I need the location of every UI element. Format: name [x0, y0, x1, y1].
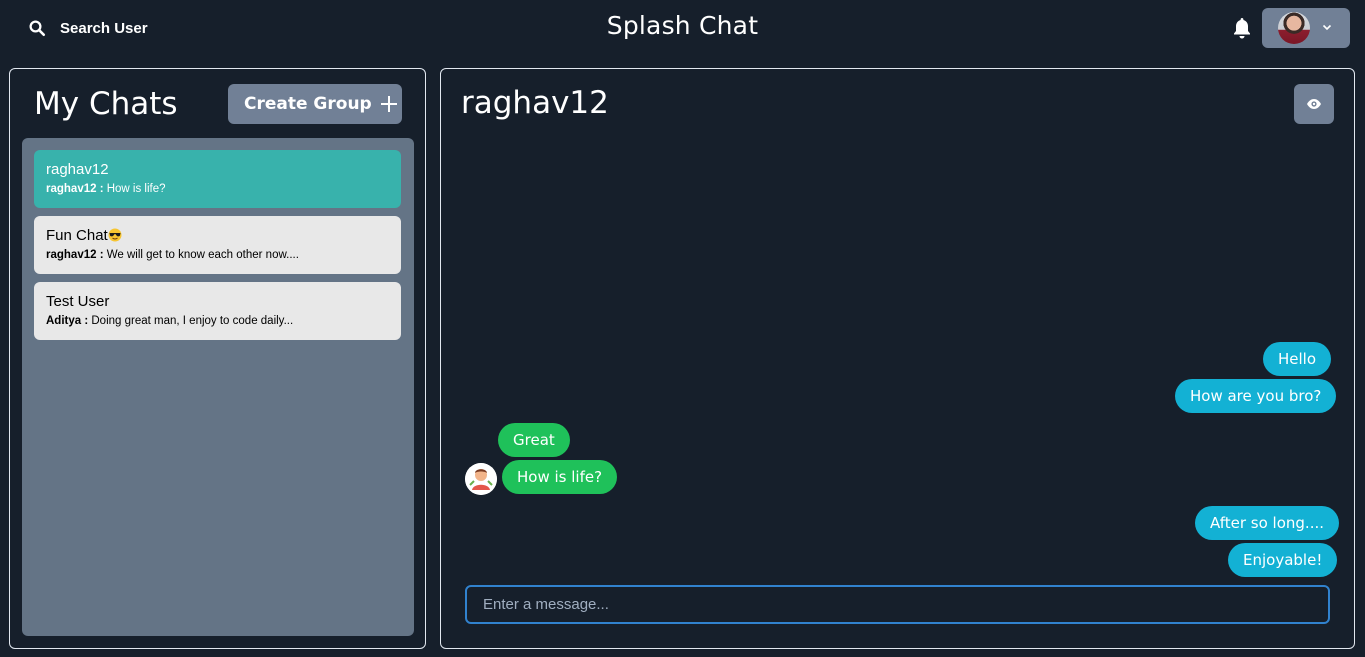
chat-latest-message: raghav12 : We will get to know each othe… — [46, 246, 389, 264]
create-group-button[interactable]: Create Group — [228, 84, 402, 124]
latest-sender: raghav12 : — [46, 183, 104, 195]
create-group-label: Create Group — [244, 94, 372, 114]
top-bar: Search User Splash Chat — [0, 0, 1365, 58]
message-bubble-sent: After so long.... — [1195, 506, 1339, 540]
app-title: Splash Chat — [606, 11, 759, 40]
latest-sender: raghav12 : — [46, 249, 104, 261]
chat-name-row: Fun Chat — [46, 226, 389, 246]
plus-icon — [380, 96, 397, 112]
conversation-panel: raghav12 Hello How are you bro? Great Ho… — [440, 68, 1355, 649]
chat-list: raghav12 raghav12 : How is life? Fun Cha… — [22, 138, 414, 636]
avatar — [1278, 12, 1310, 44]
chevron-down-icon — [1322, 24, 1332, 31]
chat-latest-message: Aditya : Doing great man, I enjoy to cod… — [46, 312, 389, 330]
chat-name: Test User — [46, 293, 110, 310]
message-bubble-received: Great — [498, 423, 570, 457]
profile-menu-button[interactable] — [1262, 8, 1350, 48]
latest-text: We will get to know each other now.... — [106, 249, 299, 261]
message-bubble-sent: Enjoyable! — [1228, 543, 1338, 577]
message-bubble-received: How is life? — [502, 460, 618, 494]
message-bubble-sent: How are you bro? — [1175, 379, 1337, 413]
view-profile-button[interactable] — [1294, 84, 1334, 124]
avatar[interactable] — [465, 463, 497, 495]
latest-text: How is life? — [106, 183, 166, 195]
eye-icon — [1307, 99, 1321, 109]
latest-sender: Aditya : — [46, 315, 89, 327]
sender-avatar-image — [465, 463, 497, 495]
message-input[interactable] — [465, 585, 1330, 624]
conversation-title: raghav12 — [461, 85, 609, 121]
list-item[interactable]: Test User Aditya : Doing great man, I en… — [34, 282, 401, 340]
bell-icon[interactable] — [1232, 17, 1252, 39]
list-item[interactable]: raghav12 raghav12 : How is life? — [34, 150, 401, 208]
message-bubble-sent: Hello — [1263, 342, 1332, 376]
latest-text: Doing great man, I enjoy to code daily..… — [91, 315, 294, 327]
my-chats-title: My Chats — [34, 86, 178, 122]
sunglasses-emoji-icon — [108, 228, 122, 242]
my-chats-panel: My Chats Create Group raghav12 raghav12 … — [9, 68, 426, 649]
list-item[interactable]: Fun Chat raghav12 : We will get to know … — [34, 216, 401, 274]
chat-name: Fun Chat — [46, 227, 108, 244]
chat-name: raghav12 — [46, 161, 109, 178]
chat-latest-message: raghav12 : How is life? — [46, 180, 389, 198]
